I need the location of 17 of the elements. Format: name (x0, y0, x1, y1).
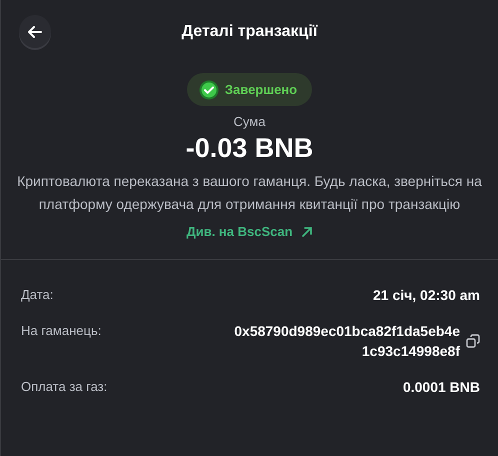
external-arrow-icon (300, 226, 313, 238)
status-label: Завершено (224, 82, 298, 97)
back-arrow-icon (28, 26, 42, 38)
description-text: Криптовалюта переказана з вашого гаманця. Будь ласка, зверніться на платформу одержувача для отримання квитанції про транзакцію (16, 172, 483, 214)
page-title: Деталі транзакції (182, 23, 318, 41)
detail-value: 21 січ, 02:30 am (373, 286, 480, 305)
check-circle-icon (198, 80, 219, 100)
copy-icon[interactable] (466, 334, 480, 348)
detail-value: 0x58790d989ec01bca82f1da5eb4e1c93c14998e8f (233, 322, 460, 361)
bscscan-link[interactable]: Див. на BscScan (186, 224, 313, 239)
back-button[interactable] (19, 15, 51, 48)
detail-label: На гаманець: (21, 322, 102, 338)
detail-label: Дата: (21, 286, 54, 302)
amount-label: Сума (234, 114, 266, 129)
detail-value: 0.0001 BNB (402, 378, 480, 397)
detail-label: Оплата за газ: (21, 378, 108, 394)
amount-value: -0.03 BNB (186, 133, 314, 164)
